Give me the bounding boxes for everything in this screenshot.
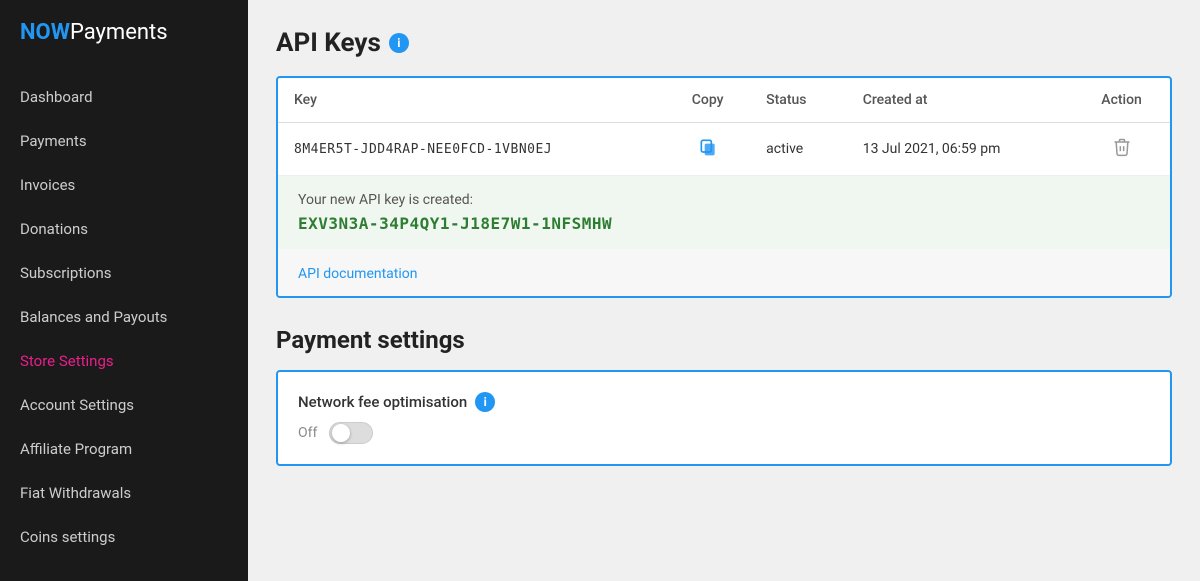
toggle-knob — [332, 424, 350, 442]
col-header-action: Action — [1073, 78, 1170, 123]
copy-icon[interactable] — [698, 137, 718, 157]
logo: NOWPayments — [0, 0, 248, 75]
page-title: API Keys — [276, 28, 381, 58]
api-keys-card: Key Copy Status Created at Action 8M4ER5… — [276, 76, 1172, 298]
new-key-value: EXV3N3A-34P4QY1-J18E7W1-1NFSMHW — [298, 214, 1150, 233]
main-content: API Keys i Key Copy Status Created at Ac… — [248, 0, 1200, 581]
logo-payments: Payments — [70, 20, 168, 45]
sidebar: NOWPayments Dashboard Payments Invoices … — [0, 0, 248, 581]
sidebar-item-fiat-withdrawals[interactable]: Fiat Withdrawals — [0, 471, 248, 515]
api-keys-title-row: API Keys i — [276, 28, 1172, 58]
network-fee-row: Network fee optimisation i — [298, 392, 1150, 412]
sidebar-item-subscriptions[interactable]: Subscriptions — [0, 251, 248, 295]
api-doc-row: API documentation — [278, 249, 1170, 296]
api-key-row: 8M4ER5T-JDD4RAP-NEE0FCD-1VBN0EJ active 1… — [278, 123, 1170, 176]
api-key-value: 8M4ER5T-JDD4RAP-NEE0FCD-1VBN0EJ — [278, 123, 665, 176]
sidebar-item-account-settings[interactable]: Account Settings — [0, 383, 248, 427]
sidebar-item-invoices[interactable]: Invoices — [0, 163, 248, 207]
delete-icon[interactable] — [1112, 137, 1132, 157]
toggle-row: Off — [298, 422, 1150, 444]
api-key-status: active — [750, 123, 847, 176]
sidebar-item-store-settings[interactable]: Store Settings — [0, 339, 248, 383]
sidebar-item-coins-settings[interactable]: Coins settings — [0, 515, 248, 559]
network-fee-info-icon[interactable]: i — [475, 392, 495, 412]
payment-settings-title: Payment settings — [276, 326, 1172, 354]
network-fee-toggle[interactable] — [329, 422, 373, 444]
copy-cell — [665, 123, 750, 176]
col-header-key: Key — [278, 78, 665, 123]
col-header-status: Status — [750, 78, 847, 123]
col-header-copy: Copy — [665, 78, 750, 123]
api-key-created-at: 13 Jul 2021, 06:59 pm — [847, 123, 1073, 176]
logo-now: NOW — [20, 20, 70, 45]
sidebar-item-balances-and-payouts[interactable]: Balances and Payouts — [0, 295, 248, 339]
sidebar-item-donations[interactable]: Donations — [0, 207, 248, 251]
new-key-label: Your new API key is created: — [298, 192, 1150, 208]
sidebar-item-payments[interactable]: Payments — [0, 119, 248, 163]
api-keys-info-icon[interactable]: i — [389, 33, 409, 53]
network-fee-label: Network fee optimisation — [298, 393, 467, 411]
sidebar-item-dashboard[interactable]: Dashboard — [0, 75, 248, 119]
toggle-off-label: Off — [298, 425, 317, 441]
sidebar-item-affiliate-program[interactable]: Affiliate Program — [0, 427, 248, 471]
new-key-banner: Your new API key is created: EXV3N3A-34P… — [278, 176, 1170, 249]
delete-cell — [1073, 123, 1170, 176]
payment-settings-card: Network fee optimisation i Off — [276, 370, 1172, 466]
col-header-created-at: Created at — [847, 78, 1073, 123]
api-keys-table: Key Copy Status Created at Action 8M4ER5… — [278, 78, 1170, 176]
api-documentation-link[interactable]: API documentation — [298, 266, 418, 282]
